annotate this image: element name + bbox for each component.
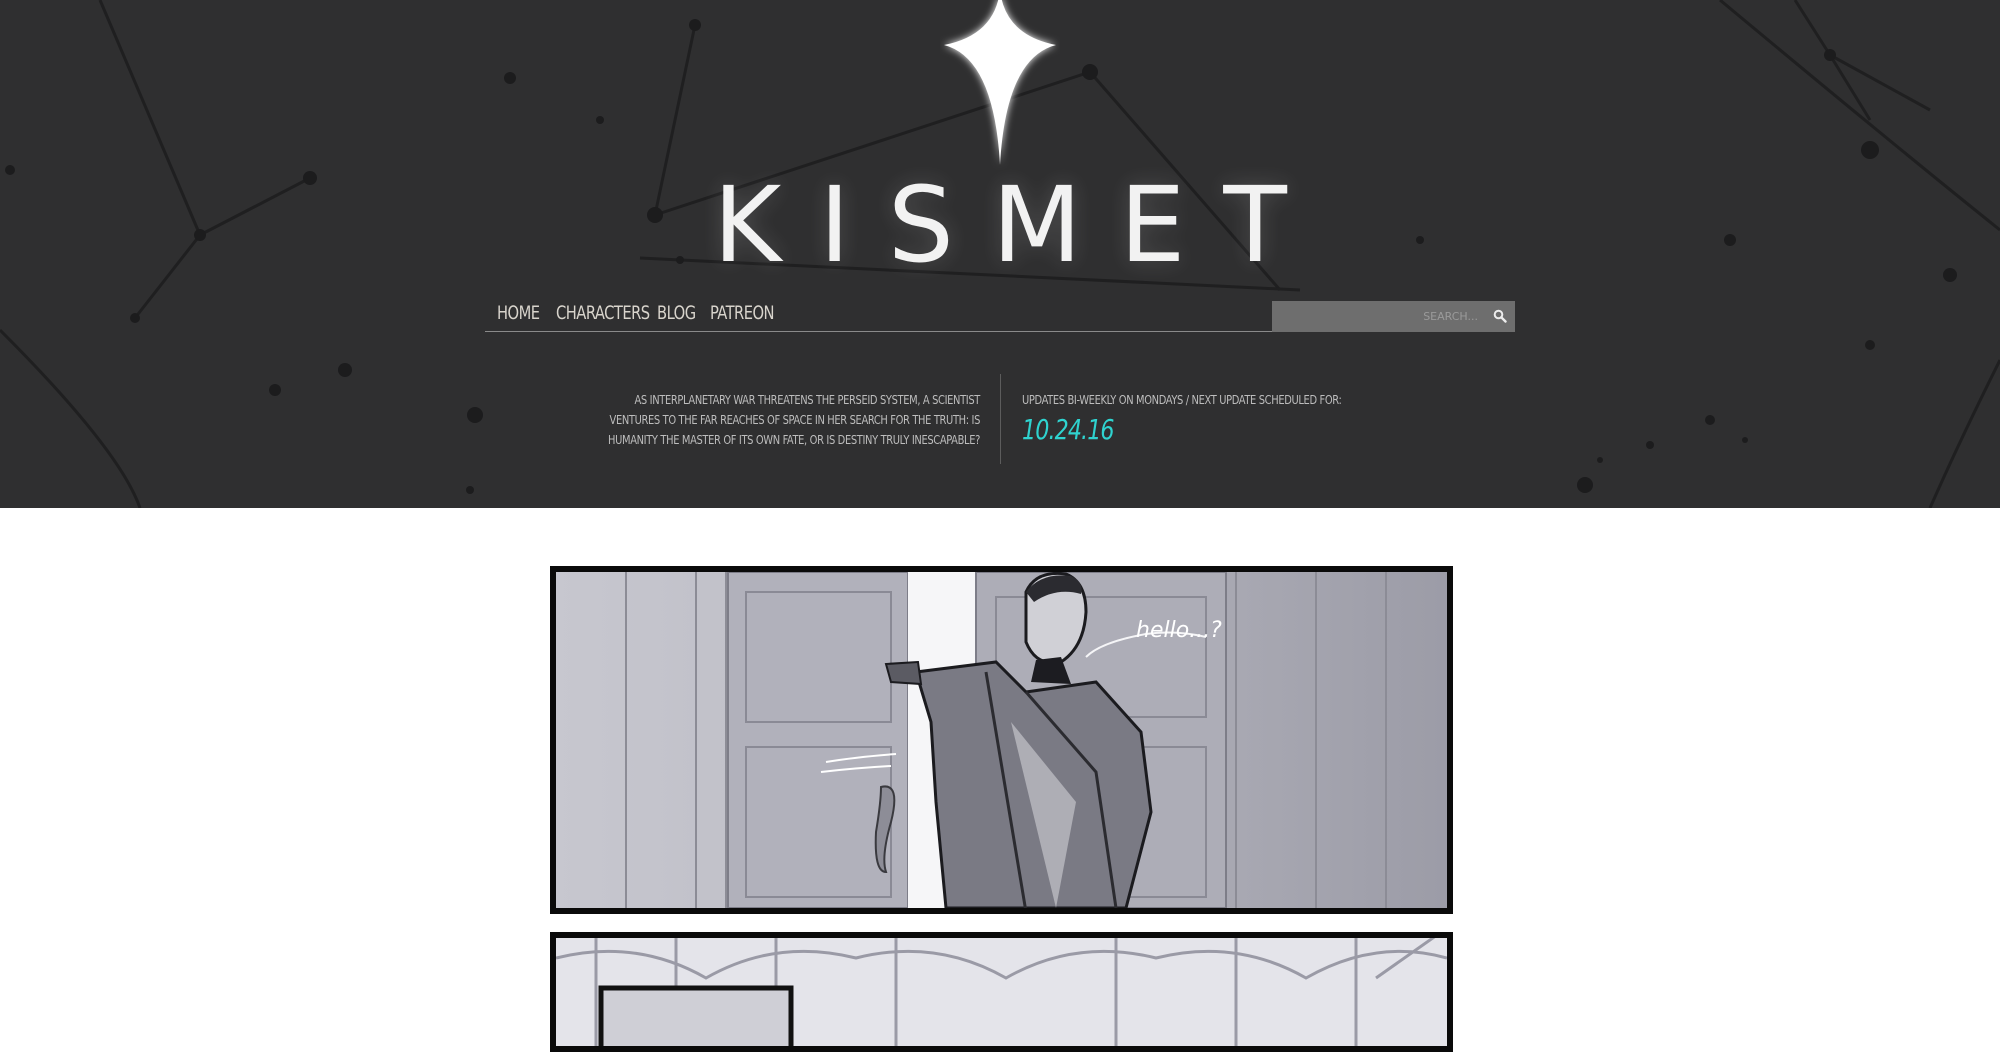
nav-home-link[interactable]: HOME — [497, 302, 540, 324]
nav-patreon-link[interactable]: PATREON — [710, 302, 775, 324]
site-logo-title[interactable]: KISMET — [0, 165, 2000, 285]
story-tagline: AS INTERPLANETARY WAR THREATENS THE PERS… — [608, 392, 980, 447]
comic-panel-2-art — [556, 938, 1447, 1046]
search-input[interactable] — [1272, 301, 1486, 332]
comic-panel: hello...? — [550, 566, 1453, 914]
search-icon[interactable] — [1493, 309, 1507, 323]
next-update-date: 10.24.16 — [1022, 413, 1115, 446]
update-schedule-text: UPDATES BI-WEEKLY ON MONDAYS / NEXT UPDA… — [1022, 392, 1342, 407]
comic-panel-2 — [550, 932, 1453, 1052]
speech-text: hello...? — [1136, 618, 1222, 643]
nav-characters-link[interactable]: CHARACTERS — [556, 302, 650, 324]
nav-blog-link[interactable]: BLOG — [657, 302, 696, 324]
site-header: KISMET HOME CHARACTERS BLOG PATREON AS I… — [0, 0, 2000, 508]
four-point-star-icon — [944, 0, 1056, 165]
search-field — [1272, 301, 1515, 332]
comic-panel-art: hello...? — [556, 572, 1447, 908]
header-divider — [1000, 374, 1001, 464]
